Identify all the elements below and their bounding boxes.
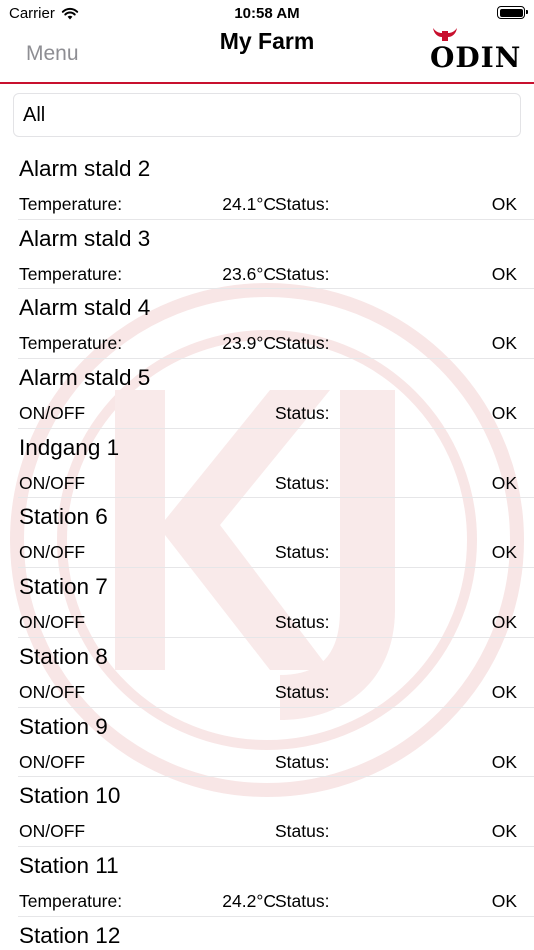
item-value: 23.6°C: [222, 263, 276, 284]
list-item[interactable]: Station 7 ON/OFF Status: OK: [18, 568, 534, 638]
item-status: OK: [491, 821, 517, 842]
item-name: Station 12: [19, 922, 121, 948]
filter-value: All: [23, 103, 46, 126]
item-name: Station 11: [19, 852, 119, 878]
item-status-label: Status:: [275, 612, 330, 633]
odin-logo: ODIN: [430, 28, 520, 72]
item-type-label: ON/OFF: [19, 472, 86, 493]
item-name: Alarm stald 2: [19, 156, 151, 181]
item-type-label: ON/OFF: [19, 681, 86, 702]
item-status: OK: [491, 472, 517, 493]
item-value: 24.2°C: [222, 890, 276, 911]
list-item[interactable]: Station 8 ON/OFF Status: OK: [18, 638, 534, 708]
item-status: OK: [491, 751, 517, 772]
alarm-list[interactable]: Alarm stald 2 Temperature: 24.1°C Status…: [0, 150, 534, 950]
item-status-label: Status:: [275, 681, 330, 702]
list-item[interactable]: Indgang 1 ON/OFF Status: OK: [18, 429, 534, 499]
item-type-label: Temperature:: [19, 263, 123, 284]
item-type-label: ON/OFF: [19, 751, 86, 772]
list-item[interactable]: Alarm stald 4 Temperature: 23.9°C Status…: [18, 289, 534, 360]
item-status-label: Status:: [275, 403, 330, 424]
item-name: Alarm stald 3: [19, 225, 151, 251]
battery-icon: [497, 6, 528, 19]
list-item[interactable]: Station 10 ON/OFF Status: OK: [18, 777, 534, 847]
list-item[interactable]: Station 11 Temperature: 24.2°C Status: O…: [18, 847, 534, 917]
item-status: OK: [491, 403, 517, 424]
list-item[interactable]: Station 6 ON/OFF Status: OK: [18, 498, 534, 569]
list-item[interactable]: Station 12: [18, 917, 534, 950]
item-value: 23.9°C: [222, 333, 276, 354]
item-status-label: Status:: [275, 333, 330, 354]
status-bar: Carrier 10:58 AM: [0, 0, 534, 28]
item-name: Station 7: [19, 574, 108, 600]
item-type-label: ON/OFF: [19, 821, 86, 842]
status-time: 10:58 AM: [234, 5, 300, 22]
item-status: OK: [491, 542, 517, 563]
item-status-label: Status:: [275, 751, 330, 772]
nav-bar: Menu My Farm ODIN: [0, 28, 534, 84]
item-type-label: Temperature:: [19, 194, 123, 214]
item-status-label: Status:: [275, 194, 330, 214]
item-status: OK: [491, 612, 517, 633]
item-status-label: Status:: [275, 263, 330, 284]
item-name: Alarm stald 4: [19, 295, 151, 321]
logo-text: ODIN: [430, 41, 522, 74]
list-item[interactable]: Station 9 ON/OFF Status: OK: [18, 708, 534, 778]
item-status: OK: [491, 890, 517, 911]
item-status: OK: [491, 681, 517, 702]
item-type-label: ON/OFF: [19, 612, 86, 633]
list-item[interactable]: Alarm stald 5 ON/OFF Status: OK: [18, 359, 534, 429]
item-status-label: Status:: [275, 542, 330, 563]
item-status-label: Status:: [275, 821, 330, 842]
item-name: Indgang 1: [19, 434, 120, 460]
item-type-label: Temperature:: [19, 890, 123, 911]
item-status: OK: [491, 263, 517, 284]
item-type-label: Temperature:: [19, 333, 123, 354]
item-name: Station 10: [19, 783, 121, 809]
item-name: Alarm stald 5: [19, 365, 151, 391]
item-name: Station 9: [19, 713, 108, 739]
item-type-label: ON/OFF: [19, 403, 86, 424]
filter-select[interactable]: All: [13, 93, 521, 137]
list-item[interactable]: Alarm stald 2 Temperature: 24.1°C Status…: [18, 150, 534, 220]
item-status: OK: [491, 194, 517, 214]
item-status-label: Status:: [275, 890, 330, 911]
item-value: 24.1°C: [222, 194, 276, 214]
item-type-label: ON/OFF: [19, 542, 86, 563]
item-name: Station 8: [19, 643, 108, 669]
item-status: OK: [491, 333, 517, 354]
item-status-label: Status:: [275, 472, 330, 493]
item-name: Station 6: [19, 504, 108, 530]
list-item[interactable]: Alarm stald 3 Temperature: 23.6°C Status…: [18, 220, 534, 290]
